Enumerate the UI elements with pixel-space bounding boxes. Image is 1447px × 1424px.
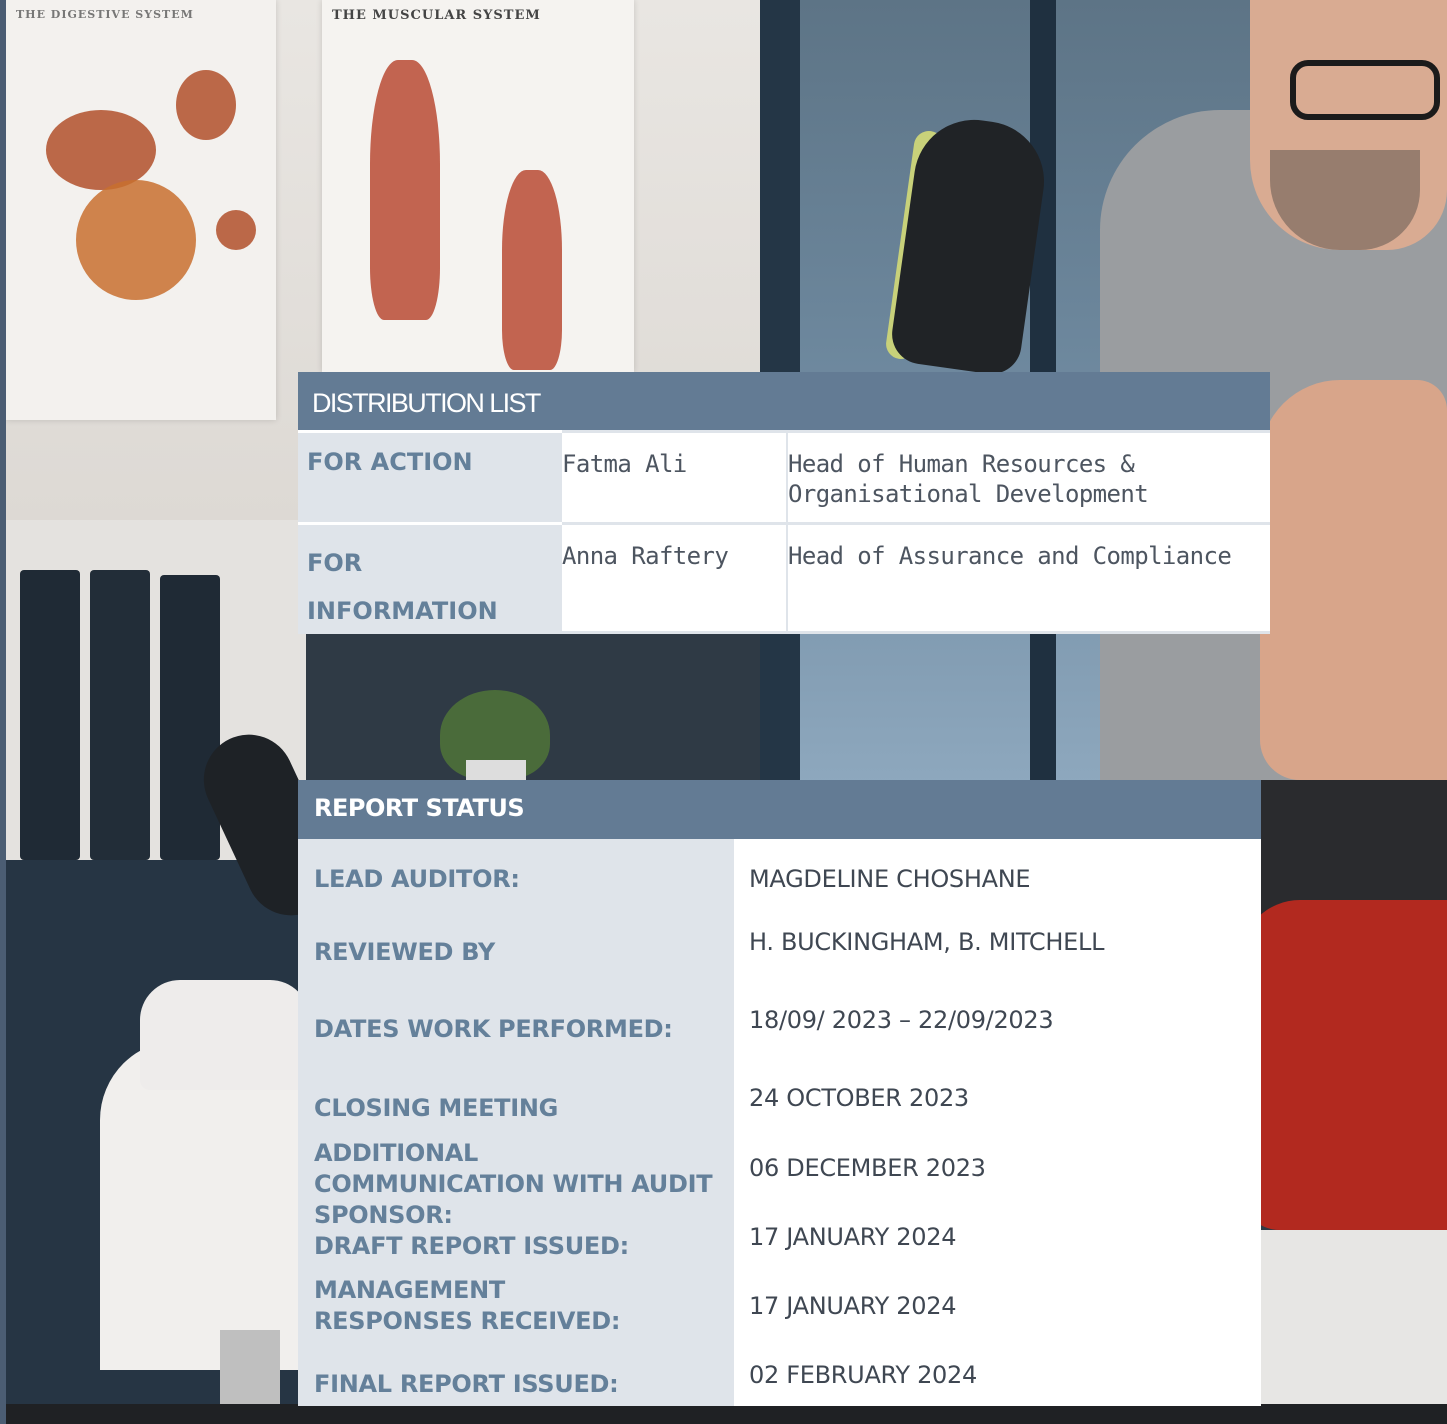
digestive-system-poster: THE DIGESTIVE SYSTEM bbox=[6, 0, 276, 420]
row-label: FOR ACTION bbox=[307, 448, 473, 476]
row-label: FOR INFORMATION bbox=[307, 549, 498, 625]
reviewed-by-label: REVIEWED BY bbox=[314, 938, 495, 966]
report-status-title: REPORT STATUS bbox=[314, 794, 525, 822]
poster-title: THE MUSCULAR SYSTEM bbox=[332, 8, 541, 23]
closing-meeting-label: CLOSING MEETING bbox=[314, 1094, 559, 1122]
muscular-system-poster: THE MUSCULAR SYSTEM bbox=[322, 0, 634, 372]
lead-auditor-value: MAGDELINE CHOSHANE bbox=[749, 865, 1031, 893]
additional-communication-label: ADDITIONAL COMMUNICATION WITH AUDIT SPON… bbox=[314, 1139, 713, 1229]
muscle-figure bbox=[370, 60, 440, 320]
bottom-strip bbox=[0, 1404, 1447, 1424]
distribution-list-header: DISTRIBUTION LIST bbox=[298, 372, 1270, 430]
management-responses-value: 17 JANUARY 2024 bbox=[749, 1292, 957, 1320]
recipient-name: Fatma Ali bbox=[562, 450, 687, 478]
dates-work-performed-value: 18/09/ 2023 – 22/09/2023 bbox=[749, 1006, 1054, 1034]
draft-report-issued-label: DRAFT REPORT ISSUED: bbox=[314, 1232, 629, 1260]
distribution-list-table: DISTRIBUTION LIST FOR ACTION Fatma Ali H… bbox=[298, 372, 1270, 638]
role-cell: Head of Human Resources & Organisational… bbox=[788, 430, 1270, 522]
organ-illustration bbox=[46, 110, 156, 190]
glasses bbox=[1290, 60, 1440, 120]
organ-illustration bbox=[76, 180, 196, 300]
table-row: FOR INFORMATION Anna Raftery Head of Ass… bbox=[298, 522, 1270, 634]
red-cushion bbox=[1240, 900, 1447, 1230]
dates-work-performed-label: DATES WORK PERFORMED: bbox=[314, 1015, 673, 1043]
recipient-role: Head of Human Resources & Organisational… bbox=[788, 450, 1149, 508]
binder bbox=[20, 570, 80, 860]
final-report-issued-value: 02 FEBRUARY 2024 bbox=[749, 1361, 977, 1389]
poster-title: THE DIGESTIVE SYSTEM bbox=[16, 8, 194, 21]
closing-meeting-value: 24 OCTOBER 2023 bbox=[749, 1084, 969, 1112]
binder bbox=[90, 570, 150, 860]
table-row: FOR ACTION Fatma Ali Head of Human Resou… bbox=[298, 430, 1270, 522]
organ-illustration bbox=[216, 210, 256, 250]
person-arm bbox=[1260, 380, 1447, 780]
row-label-cell: FOR INFORMATION bbox=[298, 522, 562, 634]
report-status-header: REPORT STATUS bbox=[298, 780, 1261, 839]
reviewed-by-value: H. BUCKINGHAM, B. MITCHELL bbox=[749, 928, 1105, 956]
row-label-cell: FOR ACTION bbox=[298, 430, 562, 522]
additional-communication-value: 06 DECEMBER 2023 bbox=[749, 1154, 986, 1182]
towel bbox=[140, 980, 310, 1090]
name-cell: Fatma Ali bbox=[562, 430, 788, 522]
name-cell: Anna Raftery bbox=[562, 522, 788, 634]
organ-illustration bbox=[176, 70, 236, 140]
report-status-panel: REPORT STATUS LEAD AUDITOR: MAGDELINE CH… bbox=[298, 780, 1261, 1406]
distribution-list-title: DISTRIBUTION LIST bbox=[312, 388, 541, 418]
management-responses-label: MANAGEMENT RESPONSES RECEIVED: bbox=[314, 1276, 621, 1335]
recipient-name: Anna Raftery bbox=[562, 542, 729, 570]
lead-auditor-label: LEAD AUDITOR: bbox=[314, 865, 520, 893]
draft-report-issued-value: 17 JANUARY 2024 bbox=[749, 1223, 957, 1251]
page-edge bbox=[0, 0, 6, 1424]
role-cell: Head of Assurance and Compliance bbox=[788, 522, 1270, 634]
binder bbox=[160, 575, 220, 860]
recipient-role: Head of Assurance and Compliance bbox=[788, 542, 1232, 570]
muscle-figure bbox=[502, 170, 562, 370]
bed-sheet bbox=[1260, 1230, 1447, 1410]
final-report-issued-label: FINAL REPORT ISSUED: bbox=[314, 1370, 619, 1398]
